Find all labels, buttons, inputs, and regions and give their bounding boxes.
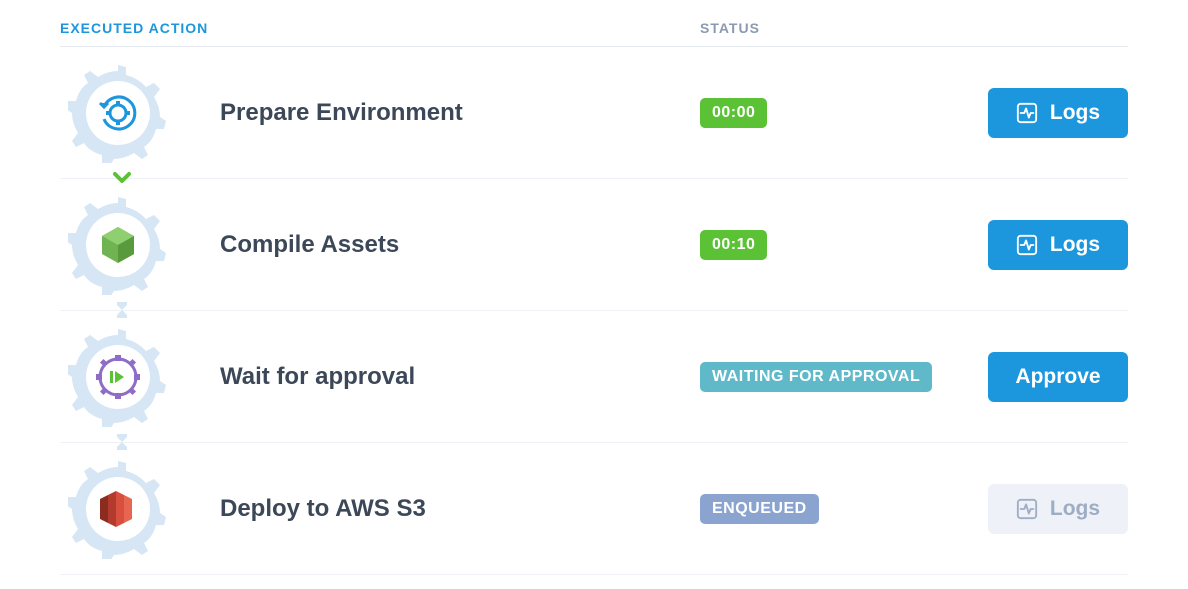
activity-icon <box>1016 498 1038 520</box>
action-col: Logs <box>980 220 1128 270</box>
button-label: Logs <box>1050 497 1100 521</box>
action-name: Compile Assets <box>220 231 700 259</box>
action-col: Logs <box>980 484 1128 534</box>
action-name: Wait for approval <box>220 363 700 391</box>
activity-icon <box>1016 234 1038 256</box>
logs-button[interactable]: Logs <box>988 220 1128 270</box>
table-header: EXECUTED ACTION STATUS <box>60 20 1128 47</box>
action-row: Wait for approval WAITING FOR APPROVAL A… <box>60 311 1128 443</box>
action-col: Logs <box>980 88 1128 138</box>
status-badge: WAITING FOR APPROVAL <box>700 362 932 392</box>
connector-hourglass-icon <box>112 432 132 452</box>
status-col: ENQUEUED <box>700 494 980 524</box>
header-status: STATUS <box>700 20 760 36</box>
logs-button-disabled: Logs <box>988 484 1128 534</box>
header-executed-action: EXECUTED ACTION <box>60 20 700 36</box>
status-col: 00:00 <box>700 98 980 128</box>
activity-icon <box>1016 102 1038 124</box>
button-label: Logs <box>1050 101 1100 125</box>
status-badge: 00:00 <box>700 98 767 128</box>
action-icon-wrap <box>60 195 220 295</box>
connector-chevron-icon <box>112 168 132 188</box>
button-label: Approve <box>1015 365 1100 389</box>
action-name: Prepare Environment <box>220 99 700 127</box>
status-col: 00:10 <box>700 230 980 260</box>
action-icon-wrap <box>60 327 220 427</box>
connector-hourglass-icon <box>112 300 132 320</box>
action-icon-wrap <box>60 63 220 163</box>
status-badge: ENQUEUED <box>700 494 819 524</box>
action-name: Deploy to AWS S3 <box>220 495 700 523</box>
play-gear-icon <box>68 327 168 427</box>
action-row: Compile Assets 00:10 Logs <box>60 179 1128 311</box>
approve-button[interactable]: Approve <box>988 352 1128 402</box>
button-label: Logs <box>1050 233 1100 257</box>
logs-button[interactable]: Logs <box>988 88 1128 138</box>
status-col: WAITING FOR APPROVAL <box>700 362 980 392</box>
status-badge: 00:10 <box>700 230 767 260</box>
gear-refresh-icon <box>68 63 168 163</box>
action-row: Deploy to AWS S3 ENQUEUED Logs <box>60 443 1128 575</box>
aws-icon <box>68 459 168 559</box>
action-row: Prepare Environment 00:00 Logs <box>60 47 1128 179</box>
action-icon-wrap <box>60 459 220 559</box>
box-green-icon <box>68 195 168 295</box>
action-col: Approve <box>980 352 1128 402</box>
